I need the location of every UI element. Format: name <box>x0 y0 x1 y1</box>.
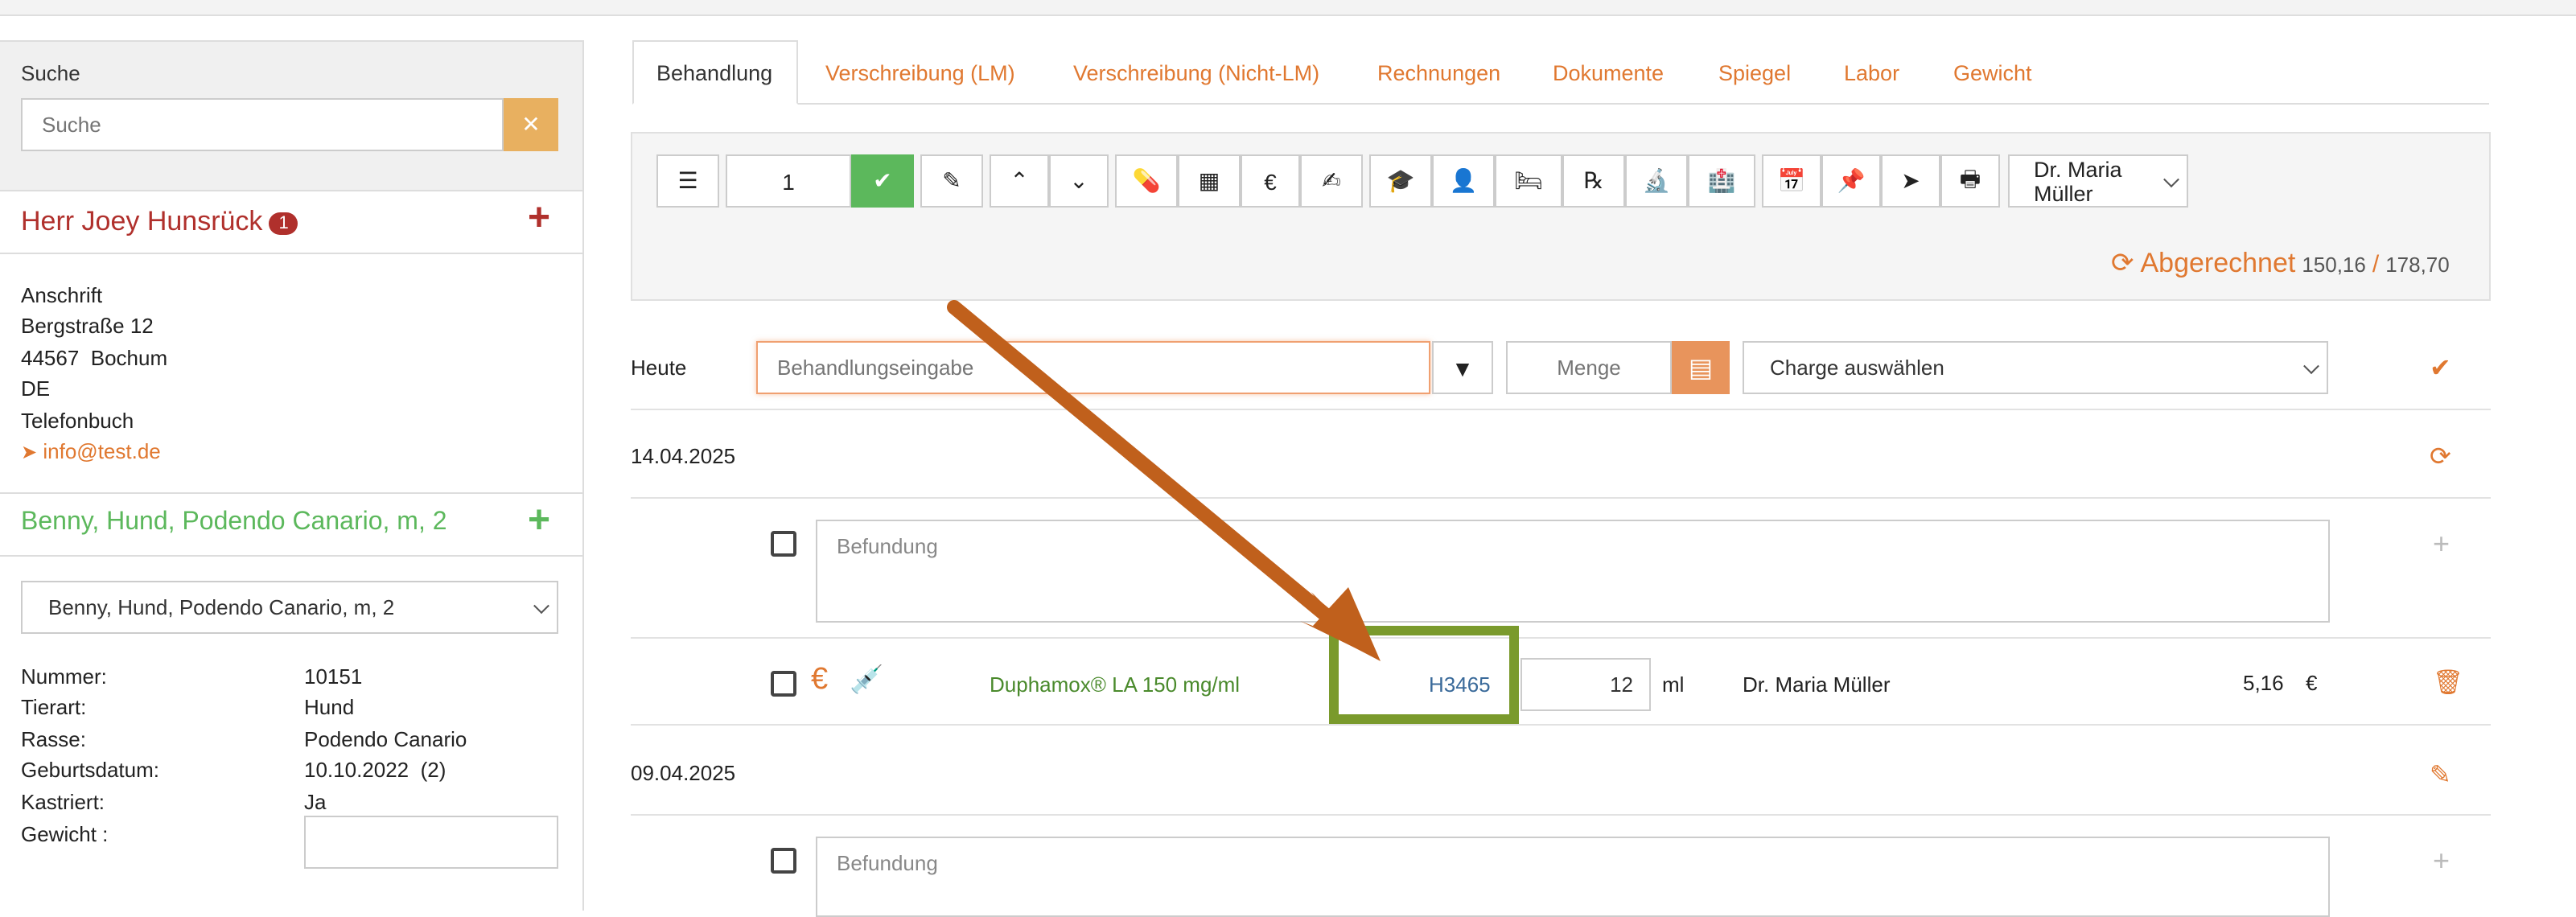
annotation-arrow <box>947 300 1381 661</box>
arrow-head-fill <box>1313 587 1381 661</box>
arrow-shaft <box>947 300 1336 625</box>
